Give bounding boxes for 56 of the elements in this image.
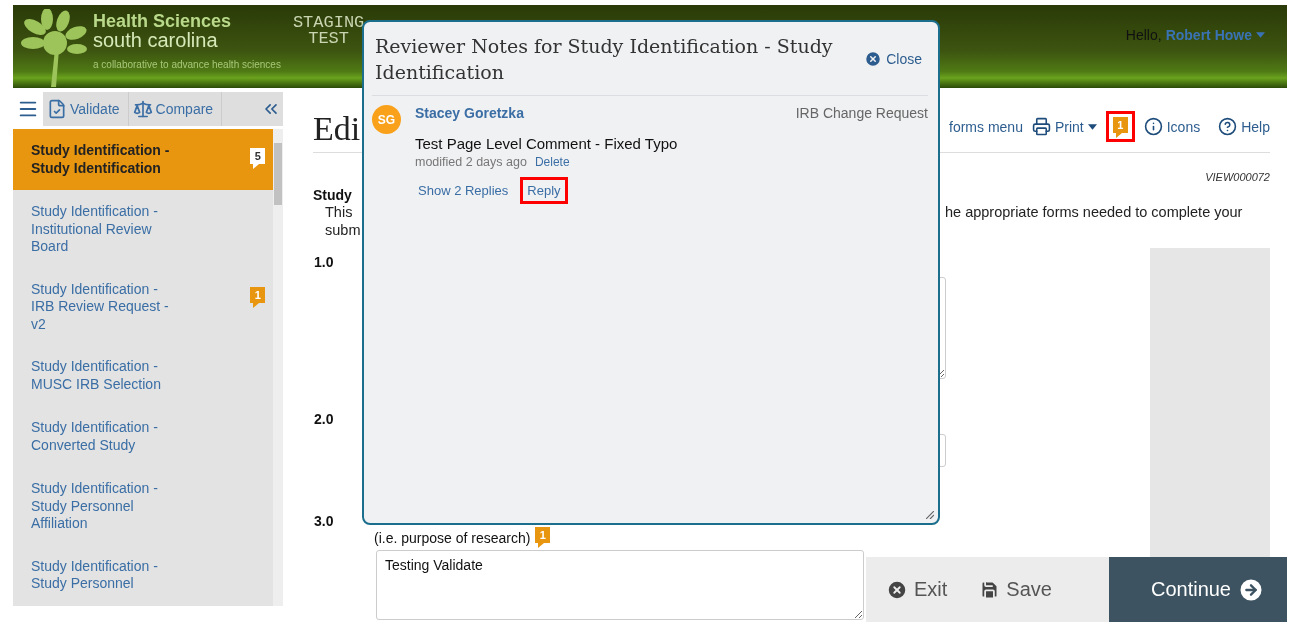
validate-button[interactable]: Validate: [43, 92, 129, 126]
icons-link[interactable]: Icons: [1143, 117, 1201, 136]
info-icon: [1143, 117, 1163, 136]
note-type: IRB Change Request: [795, 105, 928, 121]
reply-link[interactable]: Reply: [520, 177, 568, 204]
collapse-button[interactable]: [222, 92, 283, 126]
question-number: 2.0: [313, 411, 335, 429]
notes-badge[interactable]: 5: [250, 148, 266, 169]
note-text: Test Page Level Comment - Fixed Typo: [415, 135, 679, 152]
answer-field[interactable]: Testing Validate: [376, 550, 864, 620]
note-author: Stacey Goretzka: [415, 105, 524, 121]
save-button[interactable]: Save: [959, 557, 1064, 622]
view-id: VIEW000072: [1205, 171, 1270, 183]
sidebar-item[interactable]: Study Identification - Study Personnel Affiliation: [13, 467, 274, 545]
continue-button[interactable]: Continue: [1108, 557, 1287, 622]
compare-button[interactable]: Compare: [128, 92, 223, 126]
caret-icon: [1256, 32, 1265, 38]
environment-label: STAGING: [292, 15, 365, 31]
close-button[interactable]: Close: [858, 50, 928, 68]
sidebar-item[interactable]: Study Identification - Institutional Review Board: [13, 190, 274, 268]
close-icon: [886, 578, 908, 601]
question-number: 1.0: [313, 254, 335, 272]
question-hint: (i.e. purpose of research): [374, 529, 531, 546]
sidebar-item[interactable]: Study Identification - Study Identification 5: [13, 129, 274, 190]
resize-grip-icon[interactable]: [926, 511, 934, 519]
close-icon: [864, 50, 883, 68]
sidebar-item[interactable]: Study Identification - MUSC IRB Selection: [13, 345, 274, 406]
sidebar-item[interactable]: Study Identification - Converted Study: [13, 406, 274, 467]
sidebar-item[interactable]: Study Identification - Study Personnel: [13, 544, 274, 606]
exit-button[interactable]: Exit: [866, 557, 960, 622]
printer-icon: [1031, 117, 1051, 136]
delete-link[interactable]: Delete: [534, 155, 570, 169]
greeting-text: Hello,: [1125, 27, 1162, 43]
help-icon: [1218, 117, 1238, 136]
scrollbar[interactable]: [273, 129, 283, 606]
print-menu[interactable]: Print: [1031, 117, 1097, 136]
intro-text: subm: [325, 221, 361, 239]
question-number: 3.0: [313, 513, 335, 531]
section-title: Study: [313, 187, 352, 203]
intro-text: he appropriate forms needed to complete your: [945, 203, 1243, 221]
environment-label: TEST: [308, 31, 349, 47]
show-replies-link[interactable]: Show 2 Replies: [411, 177, 516, 204]
avatar: SG: [372, 105, 401, 134]
page-heading: Edi: [313, 110, 361, 148]
sidebar-item[interactable]: Study Identification - IRB Review Request - v2 1: [13, 267, 274, 345]
note-modified: modified 2 days ago: [415, 155, 527, 169]
forms-menu-link[interactable]: forms menu: [949, 118, 1023, 135]
caret-icon: [1087, 123, 1097, 130]
help-link[interactable]: Help: [1218, 117, 1270, 136]
dialog-title: Reviewer Notes for Study Identification - Study Identification: [375, 34, 834, 85]
brand-name: south carolina: [93, 30, 219, 50]
scale-icon: [132, 99, 153, 119]
brand-name: Health Sciences: [93, 12, 233, 30]
intro-text: This: [325, 204, 353, 220]
brand-tagline: a collaborative to advance health sciences: [93, 59, 281, 70]
validate-icon: [47, 99, 67, 119]
